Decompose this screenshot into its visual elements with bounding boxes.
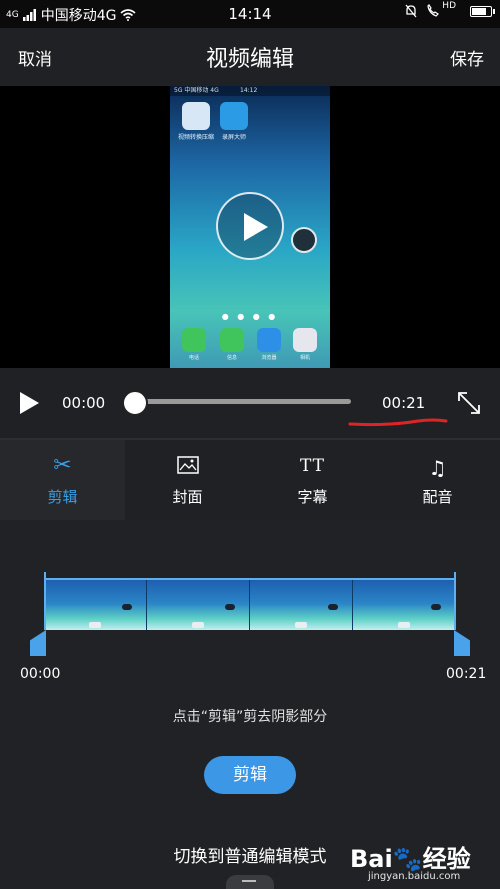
status-bar: 4G 中国移动4G 14:14 HD: [0, 0, 500, 28]
frame-dock-icon: [220, 328, 244, 352]
frame-status-bar: 5G 中国移动 4G 14:12: [170, 86, 330, 96]
edit-tabs: ✂ 剪辑 封面 TT 字幕 ♫ 配音: [0, 440, 500, 520]
tab-subtitle[interactable]: TT 字幕: [250, 440, 375, 520]
text-icon: TT: [300, 456, 325, 476]
chevron-up-icon[interactable]: [226, 875, 274, 889]
total-time: 00:21: [382, 394, 426, 412]
page-dots: ● ● ● ●: [221, 312, 279, 321]
seek-handle[interactable]: [122, 390, 148, 416]
floating-ball-icon: [291, 227, 317, 253]
tab-label: 剪辑: [47, 488, 78, 506]
trim-end-line: [454, 572, 456, 630]
trim-end-handle[interactable]: [454, 630, 470, 656]
watermark-logo: Bai🐾经验: [350, 845, 471, 873]
video-preview[interactable]: 5G 中国移动 4G 14:12 视频转换压缩 录屏大师 ● ● ● ● 电话 …: [0, 86, 500, 368]
fullscreen-icon[interactable]: [456, 390, 482, 416]
music-icon: ♫: [428, 456, 447, 480]
frame-app-label: 视频转换压缩: [177, 134, 214, 141]
tab-label: 封面: [172, 488, 203, 506]
cut-button[interactable]: 剪辑: [204, 756, 296, 794]
page-title: 视频编辑: [205, 47, 294, 72]
thumbnail-strip[interactable]: [44, 578, 456, 630]
frame-app-icon: [220, 102, 248, 130]
battery-icon: [470, 5, 495, 17]
seek-track[interactable]: [127, 399, 351, 404]
paw-icon: 🐾: [392, 845, 423, 873]
play-icon[interactable]: [20, 392, 39, 414]
thumbnail-frame: [147, 580, 250, 630]
trim-end-time: 00:21: [446, 666, 487, 682]
current-time: 00:00: [62, 394, 106, 412]
trim-hint: 点击“剪辑”剪去阴影部分: [172, 709, 328, 725]
mute-bell-icon: [405, 4, 417, 18]
frame-dock-icon: [293, 328, 317, 352]
tab-label: 配音: [422, 488, 453, 506]
hd-label: HD: [442, 1, 456, 11]
thumbnail-frame: [353, 580, 456, 630]
scissors-icon: ✂: [53, 453, 72, 478]
frame-dock-icon: [257, 328, 281, 352]
thumbnail-frame: [44, 580, 147, 630]
frame-app-icon: [182, 102, 210, 130]
annotation-underline: [348, 418, 448, 427]
save-button[interactable]: 保存: [450, 45, 484, 70]
header: 取消 视频编辑 保存: [0, 28, 500, 86]
baidu-watermark: Bai🐾经验 jingyan.baidu.com: [346, 825, 494, 885]
frame-app-label: 录屏大师: [221, 134, 246, 141]
image-icon: [125, 456, 250, 478]
trim-start-handle[interactable]: [30, 630, 46, 656]
thumbnail-frame: [250, 580, 353, 630]
watermark-site: jingyan.baidu.com: [368, 871, 461, 882]
trim-start-time: 00:00: [20, 666, 61, 682]
tab-cut[interactable]: ✂ 剪辑: [0, 440, 125, 520]
tab-music[interactable]: ♫ 配音: [375, 440, 500, 520]
frame-dock-icon: [182, 328, 206, 352]
cancel-button[interactable]: 取消: [18, 45, 52, 70]
hd-call-icon: [427, 4, 440, 17]
player-controls: 00:00 00:21: [0, 368, 500, 438]
tab-label: 字幕: [297, 488, 328, 506]
tab-cover[interactable]: 封面: [125, 440, 250, 520]
play-overlay-icon[interactable]: [216, 192, 284, 260]
video-frame: 5G 中国移动 4G 14:12 视频转换压缩 录屏大师 ● ● ● ● 电话 …: [170, 86, 330, 368]
trim-start-line: [44, 572, 46, 630]
